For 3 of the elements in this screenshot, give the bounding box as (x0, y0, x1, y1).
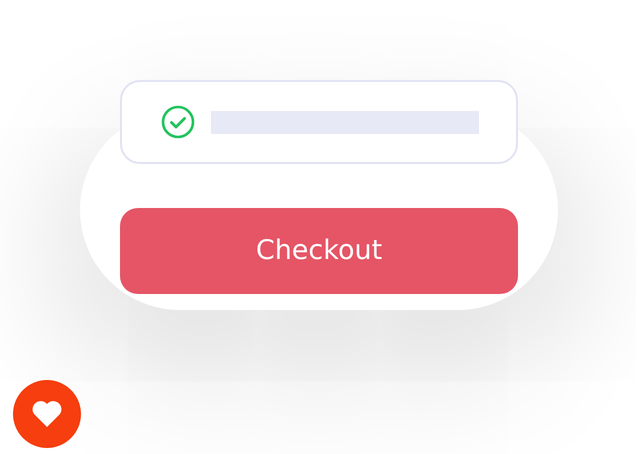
heart-icon (31, 400, 63, 428)
check-circle-icon (161, 105, 195, 139)
checkout-button[interactable]: Checkout (120, 208, 518, 294)
